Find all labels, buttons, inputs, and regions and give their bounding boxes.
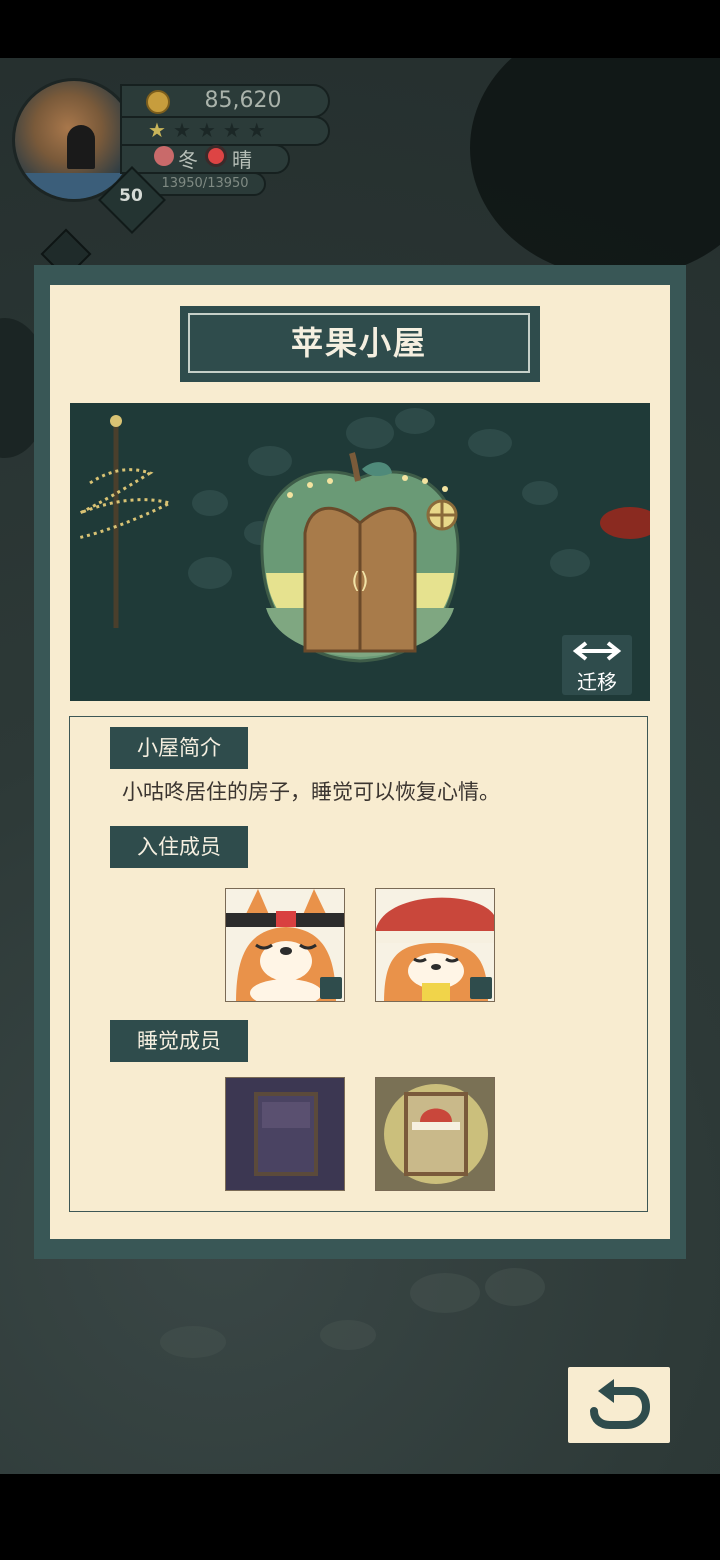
sun-icon xyxy=(208,148,224,164)
resident-card[interactable] xyxy=(225,888,345,1002)
cave-door-icon xyxy=(67,125,95,169)
floor-stone xyxy=(485,1268,545,1306)
empty-bed-icon xyxy=(226,1078,344,1190)
floor-stone xyxy=(320,1320,376,1350)
swap-icon[interactable] xyxy=(470,977,492,999)
cave-rock-shadow xyxy=(470,58,720,278)
back-button[interactable] xyxy=(568,1367,670,1443)
svg-text:(): () xyxy=(351,569,368,594)
apple-house-icon: () xyxy=(260,452,460,663)
return-arrow-icon xyxy=(590,1379,651,1429)
weather-bar xyxy=(120,144,290,174)
star-rating: ★★★★★ xyxy=(148,118,273,142)
star-icon-empty: ★ xyxy=(172,118,198,142)
house-description: 小咕咚居住的房子，睡觉可以恢复心情。 xyxy=(122,780,500,804)
sleepers-header: 睡觉成员 xyxy=(110,1020,248,1062)
sleeper-slot-occupied[interactable] xyxy=(375,1077,495,1191)
level-number: 50 xyxy=(119,186,143,206)
coin-icon xyxy=(146,90,170,114)
relocate-label: 迁移 xyxy=(577,670,617,694)
dialog-title: 苹果小屋 xyxy=(290,324,427,362)
star-icon-filled: ★ xyxy=(148,118,173,142)
intro-header: 小屋简介 xyxy=(110,727,248,769)
residents-header: 入住成员 xyxy=(110,826,248,868)
floor-stone xyxy=(410,1273,480,1313)
snowman-icon xyxy=(154,146,174,166)
resident-card[interactable] xyxy=(375,888,495,1002)
weather-label: 晴 xyxy=(232,148,252,172)
sleeper-slot-empty[interactable] xyxy=(225,1077,345,1191)
season-label: 冬 xyxy=(178,148,198,172)
floor-stone xyxy=(160,1326,226,1358)
star-icon-empty: ★ xyxy=(222,118,248,142)
double-arrow-icon xyxy=(572,641,622,661)
exp-progress-text: 13950/13950 xyxy=(161,176,249,191)
swap-icon[interactable] xyxy=(320,977,342,999)
star-icon-empty: ★ xyxy=(247,118,273,142)
star-icon-empty: ★ xyxy=(197,118,223,142)
occupied-bed-icon xyxy=(376,1078,494,1190)
coin-count: 85,620 xyxy=(204,88,282,113)
